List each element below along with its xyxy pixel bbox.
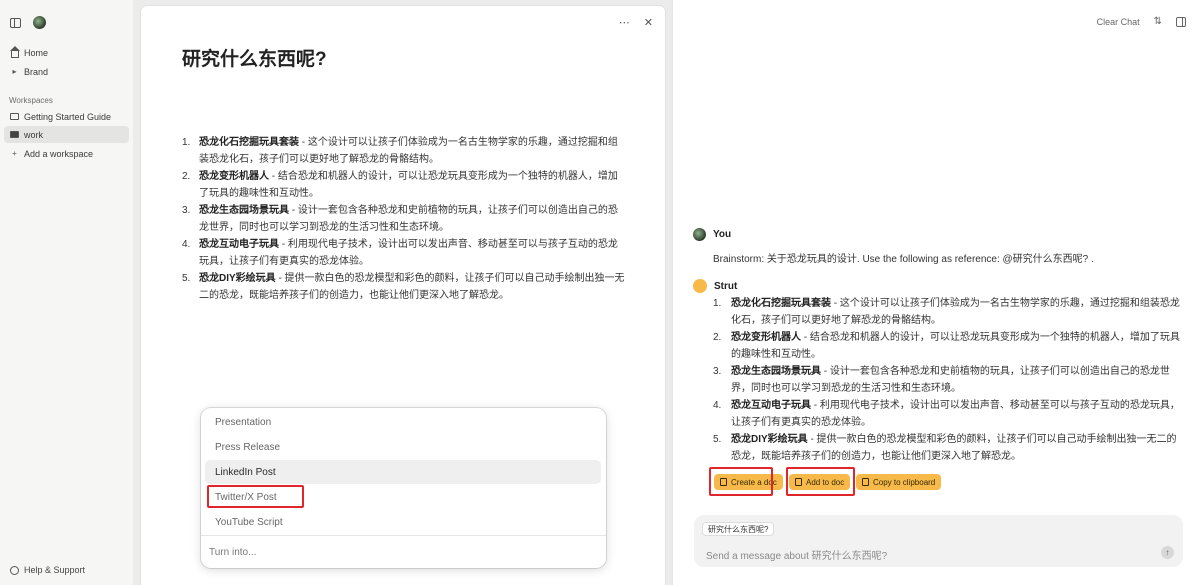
megaphone-icon: ▸ [12,67,17,76]
item-heading: 恐龙变形机器人 [731,332,801,343]
user-message-header: You [693,228,731,241]
item-heading: 恐龙DIY彩绘玩具 [731,434,808,445]
home-icon [9,45,20,58]
copy-icon [862,478,869,486]
list-number: 5. [182,273,191,284]
sidebar-item-getting-started[interactable]: Getting Started Guide [0,108,125,125]
bot-message-header: Strut [693,279,737,293]
document-actions: ⋯ ✕ [619,16,653,29]
list-item: 4. 恐龙互动电子玩具 - 利用现代电子技术，设计出可以发出声音、移动甚至可以与孩… [713,397,1183,431]
list-item: 2. 恐龙变形机器人 - 结合恐龙和机器人的设计，可以让恐龙玩具变形成为一个独特的… [182,168,627,202]
item-heading: 恐龙生态园场景玩具 [731,366,821,377]
sidebar-toggle-icon[interactable] [10,17,21,28]
bot-name: Strut [714,280,738,292]
list-item: 1. 恐龙化石挖掘玩具套装 - 这个设计可以让孩子们体验成为一名古生物学家的乐趣，… [182,134,627,168]
item-heading: 恐龙化石挖掘玩具套装 [199,137,299,148]
bot-message-list: 1. 恐龙化石挖掘玩具套装 - 这个设计可以让孩子们体验成为一名古生物学家的乐趣，… [713,295,1183,465]
send-arrow-icon[interactable]: ↑ [1161,546,1174,559]
sidebar-top [10,16,46,29]
list-item: 5. 恐龙DIY彩绘玩具 - 提供一款白色的恐龙模型和彩色的颜料，让孩子们可以自己… [713,431,1183,465]
sidebar-item-label: Getting Started Guide [24,111,112,122]
sidebar-item-label: Add a workspace [24,148,94,159]
help-support-link[interactable]: Help & Support [10,565,85,575]
sidebar-item-work[interactable]: work [4,126,129,143]
item-heading: 恐龙互动电子玩具 [199,239,279,250]
sidebar-item-brand[interactable]: ▸ Brand [0,63,125,80]
document-title[interactable]: 研究什么东西呢? [182,44,327,71]
document-list: 1. 恐龙化石挖掘玩具套装 - 这个设计可以让孩子们体验成为一名古生物学家的乐趣，… [182,134,627,304]
chat-composer: 研究什么东西呢? Send a message about 研究什么东西呢? ↑ [694,515,1183,567]
sidebar-item-label: work [24,129,44,140]
more-options-icon[interactable]: ⋯ [619,16,630,29]
highlight-box [786,467,855,496]
highlight-box [709,467,773,496]
clear-chat-button[interactable]: Clear Chat [1097,17,1140,27]
item-heading: 恐龙互动电子玩具 [731,400,811,411]
list-number: 2. [713,332,722,343]
plus-icon: + [12,149,17,158]
list-number: 5. [713,434,722,445]
list-item: 4. 恐龙互动电子玩具 - 利用现代电子技术，设计出可以发出声音、移动甚至可以与孩… [182,236,627,270]
list-number: 2. [182,171,191,182]
option-linkedin-post[interactable]: LinkedIn Post [205,460,601,484]
option-youtube-script[interactable]: YouTube Script [205,510,601,534]
avatar[interactable] [33,16,46,29]
context-chip[interactable]: 研究什么东西呢? [702,522,775,536]
folder-icon [10,112,19,121]
item-heading: 恐龙生态园场景玩具 [199,205,289,216]
list-item: 2. 恐龙变形机器人 - 结合恐龙和机器人的设计，可以让恐龙玩具变形成为一个独特的… [713,329,1183,363]
list-item: 3. 恐龙生态园场景玩具 - 设计一套包含各种恐龙和史前植物的玩具，让孩子们可以创… [182,202,627,236]
user-avatar [693,228,706,241]
list-item: 1. 恐龙化石挖掘玩具套装 - 这个设计可以让孩子们体验成为一名古生物学家的乐趣，… [713,295,1183,329]
item-heading: 恐龙化石挖掘玩具套装 [731,298,831,309]
chat-toolbar: Clear Chat ⇅ [1097,16,1186,27]
sidebar-item-label: Brand [24,66,49,77]
help-icon [10,565,19,575]
bot-avatar [693,279,707,293]
help-label: Help & Support [24,565,86,575]
list-number: 3. [713,366,722,377]
list-item: 5. 恐龙DIY彩绘玩具 - 提供一款白色的恐龙模型和彩色的颜料，让孩子们可以自己… [182,270,627,304]
folder-icon [10,130,19,139]
option-presentation[interactable]: Presentation [205,410,601,434]
chat-panel: Clear Chat ⇅ You Brainstorm: 关于恐龙玩具的设计. … [672,0,1200,585]
option-press-release[interactable]: Press Release [205,435,601,459]
user-message: Brainstorm: 关于恐龙玩具的设计. Use the following… [713,254,1094,265]
list-item: 3. 恐龙生态园场景玩具 - 设计一套包含各种恐龙和史前植物的玩具，让孩子们可以创… [713,363,1183,397]
close-icon[interactable]: ✕ [644,16,653,29]
turn-into-input[interactable]: Turn into... [201,535,606,568]
sidebar-item-home[interactable]: Home [0,44,125,61]
item-heading: 恐龙DIY彩绘玩具 [199,273,276,284]
panel-toggle-icon[interactable] [1176,16,1186,27]
list-number: 4. [713,400,722,411]
highlight-box [207,485,304,508]
button-label: Copy to clipboard [873,477,936,487]
list-number: 4. [182,239,191,250]
workspaces-heading: Workspaces [9,96,53,105]
message-input[interactable]: Send a message about 研究什么东西呢? [706,547,887,562]
list-number: 1. [182,137,191,148]
list-number: 1. [713,298,722,309]
copy-clipboard-button[interactable]: Copy to clipboard [856,474,942,490]
user-name: You [713,229,732,240]
sidebar-item-add-workspace[interactable]: + Add a workspace [0,145,125,162]
sidebar-item-label: Home [24,47,49,58]
sidebar: Home ▸ Brand Workspaces Getting Started … [0,0,133,585]
list-number: 3. [182,205,191,216]
settings-sliders-icon[interactable]: ⇅ [1154,16,1162,27]
item-heading: 恐龙变形机器人 [199,171,269,182]
